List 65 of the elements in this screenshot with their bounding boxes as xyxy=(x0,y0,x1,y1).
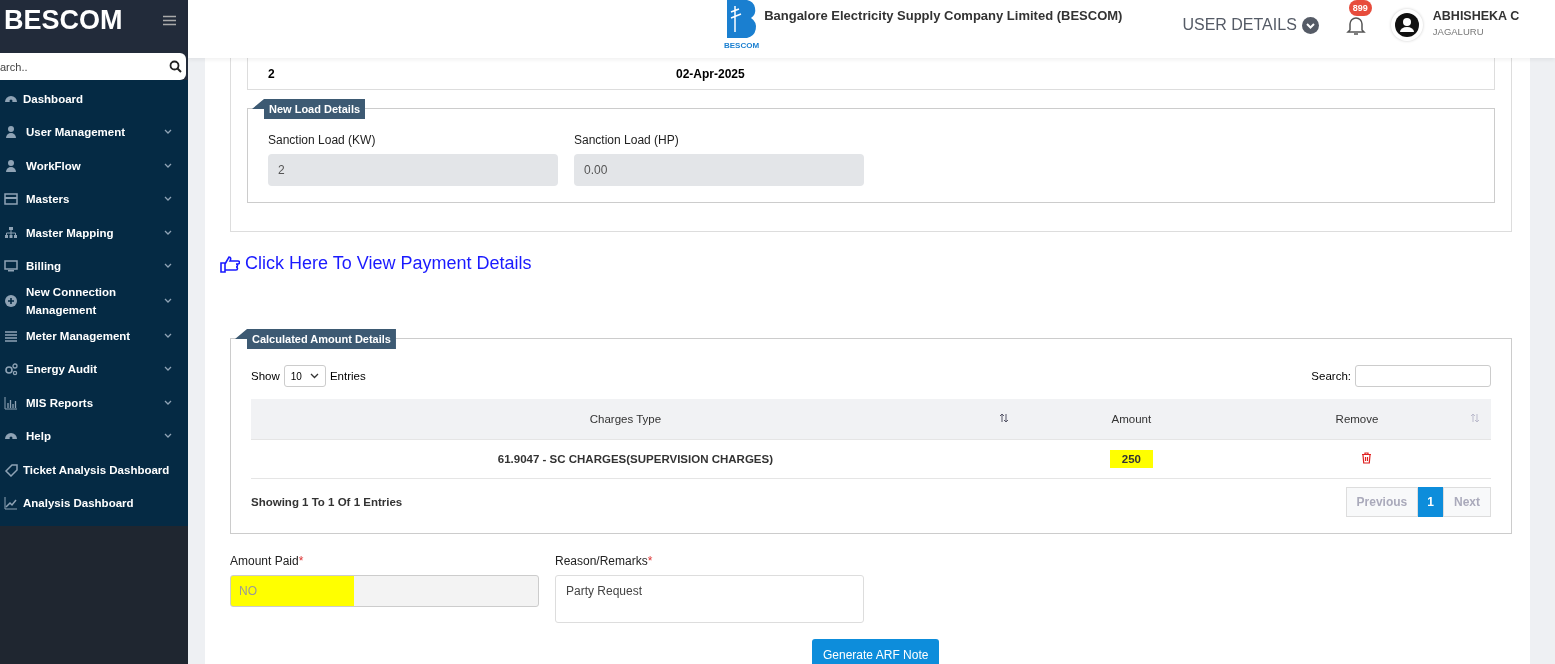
plus-icon xyxy=(4,294,18,308)
menu-icon[interactable] xyxy=(163,14,176,26)
hand-pointer-icon xyxy=(220,254,240,273)
column-header[interactable]: Remove xyxy=(1335,413,1379,425)
field-label: Sanction Load (HP) xyxy=(574,133,680,147)
show-label: Show xyxy=(251,370,280,382)
card-icon xyxy=(4,192,18,207)
readonly-field[interactable]: 2 xyxy=(268,154,558,186)
sidebar-item[interactable]: Master Mapping xyxy=(0,216,188,250)
table-cell: 250 xyxy=(1109,450,1153,468)
sidebar-item[interactable]: MIS Reports xyxy=(0,386,188,420)
trash-icon[interactable] xyxy=(1361,452,1373,464)
user-details-menu[interactable]: USER DETAILS xyxy=(1182,16,1319,34)
sidebar-item[interactable]: Analysis Dashboard xyxy=(0,486,188,520)
sort-icon[interactable] xyxy=(998,413,1009,423)
entries-label: Entries xyxy=(329,370,366,382)
list-icon xyxy=(4,328,18,343)
tag-icon xyxy=(4,462,18,477)
bars-icon xyxy=(4,395,18,410)
page-size-select[interactable]: 10 xyxy=(283,365,326,387)
company-name: Bangalore Electricity Supply Company Limited (BESCOM) xyxy=(764,8,1123,23)
user-icon xyxy=(4,125,18,140)
sidebar-item[interactable]: Masters xyxy=(0,182,188,216)
textarea-field[interactable]: Party Request xyxy=(555,575,864,623)
user-location: JAGALURU xyxy=(1432,26,1485,37)
sidebar-item[interactable]: Dashboard xyxy=(0,82,188,116)
detail-value: 02-Apr-2025 xyxy=(676,66,745,81)
notification-count: 899 xyxy=(1348,0,1372,16)
detail-value: 2 xyxy=(268,66,276,81)
section-title: New Load Details xyxy=(252,99,366,119)
bell-icon[interactable] xyxy=(1344,14,1367,36)
logo-caption: BESCOM xyxy=(724,42,760,49)
brand-logo: BESCOM xyxy=(4,4,123,36)
table-cell: 61.9047 - SC CHARGES(SUPERVISION CHARGES) xyxy=(251,439,1020,479)
field-label: Reason/Remarks* xyxy=(555,554,654,568)
search-icon xyxy=(169,60,182,73)
field-label: Amount Paid* xyxy=(230,554,305,568)
sidebar-item[interactable]: Energy Audit xyxy=(0,352,188,386)
chevron-icon xyxy=(1301,16,1319,34)
trend-icon xyxy=(4,496,18,511)
sidebar-item[interactable]: New Connection Management xyxy=(0,283,188,319)
table-search-field[interactable] xyxy=(1355,365,1491,387)
user-name: ABHISHEKA C xyxy=(1432,9,1520,23)
column-header[interactable]: Charges Type xyxy=(589,413,662,425)
section-title: Calculated Amount Details xyxy=(235,329,396,349)
field-label: Sanction Load (KW) xyxy=(268,133,377,147)
sitemap-icon xyxy=(4,225,18,240)
search-box[interactable]: arch.. xyxy=(0,53,186,80)
page-button[interactable]: 1 xyxy=(1418,487,1443,517)
chevron-icon xyxy=(309,373,319,379)
sidebar-item[interactable]: Help xyxy=(0,419,188,453)
readonly-field[interactable]: 0.00 xyxy=(574,154,864,186)
monitor-icon xyxy=(4,259,18,274)
payment-details-link[interactable]: Click Here To View Payment Details xyxy=(220,253,532,274)
generate-note-button[interactable]: Generate ARF Note xyxy=(812,639,940,664)
search-label: Search: xyxy=(1311,370,1351,382)
column-header[interactable]: Amount xyxy=(1019,399,1243,440)
sidebar-item[interactable]: Meter Management xyxy=(0,319,188,353)
sidebar-item[interactable]: User Management xyxy=(0,115,188,149)
sidebar-item[interactable]: Billing xyxy=(0,249,188,283)
gears-icon xyxy=(4,362,18,377)
user-icon xyxy=(4,158,18,173)
table-info: Showing 1 To 1 Of 1 Entries xyxy=(251,496,403,508)
sidebar-item[interactable]: WorkFlow xyxy=(0,149,188,183)
sidebar-item[interactable]: Ticket Analysis Dashboard xyxy=(0,453,188,487)
